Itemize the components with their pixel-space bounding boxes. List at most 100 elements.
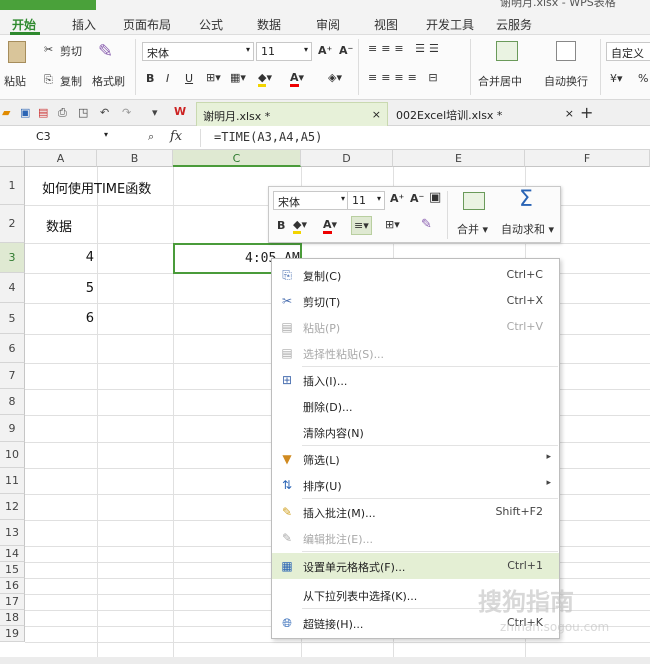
italic-button[interactable]: I xyxy=(166,72,169,85)
cell-style-icon[interactable]: ▦▾ xyxy=(230,71,246,84)
row-header[interactable]: 18 xyxy=(0,610,25,626)
menu-item-insert[interactable]: ⊞ 插入(I)... xyxy=(272,367,559,393)
open-folder-icon[interactable]: ▰ xyxy=(2,106,10,119)
redo-icon[interactable]: ↷ xyxy=(122,106,131,119)
close-icon[interactable]: × xyxy=(565,107,574,120)
cell-a5[interactable]: 6 xyxy=(25,311,94,326)
tab-view[interactable]: 视图 xyxy=(374,16,398,33)
horizontal-align-icons[interactable]: ≡≡≡≡ ⊟ xyxy=(368,71,442,84)
horizontal-scrollbar[interactable] xyxy=(0,657,650,664)
quick-access-dropdown-icon[interactable]: ▾ xyxy=(152,106,158,119)
menu-item-cut[interactable]: ✂ 剪切(T) Ctrl+X xyxy=(272,288,559,314)
font-size-select[interactable]: 11 ▾ xyxy=(256,42,312,61)
row-header[interactable]: 13 xyxy=(0,520,25,546)
vertical-align-icons[interactable]: ≡≡≡ ☰☰ xyxy=(368,42,443,55)
formula-input[interactable]: =TIME(A3,A4,A5) xyxy=(214,130,322,144)
row-header[interactable]: 16 xyxy=(0,578,25,594)
border-icon[interactable]: ⊞▾ xyxy=(206,71,221,84)
row-header[interactable]: 19 xyxy=(0,626,25,642)
print-preview-icon[interactable]: ◳ xyxy=(78,106,88,119)
app-menu-button[interactable] xyxy=(0,0,96,10)
bold-button[interactable]: B xyxy=(146,72,154,85)
cell-a4[interactable]: 5 xyxy=(25,281,94,296)
mini-font-size-select[interactable]: 11 ▾ xyxy=(347,191,385,210)
row-header[interactable]: 11 xyxy=(0,468,25,494)
mini-font-grow-button[interactable]: A⁺ xyxy=(390,192,404,205)
tab-developer[interactable]: 开发工具 xyxy=(426,16,474,33)
format-painter-icon[interactable]: ✎ xyxy=(98,41,113,62)
paste-button-label[interactable]: 粘贴 xyxy=(4,73,26,89)
menu-item-copy[interactable]: ⎘ 复制(C) Ctrl+C xyxy=(272,262,559,288)
cell-a2[interactable]: 数据 xyxy=(46,216,72,235)
doc-tab[interactable]: 002Excel培训.xlsx * × xyxy=(390,102,580,126)
clear-format-icon[interactable]: ◈▾ xyxy=(328,71,342,84)
row-header[interactable]: 6 xyxy=(0,334,25,363)
column-header-e[interactable]: E xyxy=(393,150,525,167)
row-header[interactable]: 8 xyxy=(0,389,25,415)
tab-insert[interactable]: 插入 xyxy=(72,16,96,33)
cell-a3[interactable]: 4 xyxy=(25,250,94,265)
column-header-b[interactable]: B xyxy=(97,150,173,167)
tab-formulas[interactable]: 公式 xyxy=(199,16,223,33)
mini-font-shrink-button[interactable]: A⁻ xyxy=(410,192,424,205)
undo-icon[interactable]: ↶ xyxy=(100,106,109,119)
menu-item-paste[interactable]: ▤ 粘贴(P) Ctrl+V xyxy=(272,314,559,340)
row-header-selected[interactable]: 3 xyxy=(0,243,25,273)
column-header-d[interactable]: D xyxy=(301,150,393,167)
save-icon[interactable]: ▣ xyxy=(20,106,30,119)
tab-review[interactable]: 审阅 xyxy=(316,16,340,33)
mini-font-name-select[interactable]: 宋体 ▾ xyxy=(273,191,349,210)
wps-logo-icon[interactable]: W xyxy=(174,105,186,118)
row-header[interactable]: 9 xyxy=(0,415,25,442)
font-grow-button[interactable]: A⁺ xyxy=(318,44,332,57)
row-header[interactable]: 17 xyxy=(0,594,25,610)
tab-home[interactable]: 开始 xyxy=(12,16,36,33)
row-header[interactable]: 7 xyxy=(0,363,25,389)
doc-tab-active[interactable]: 谢明月.xlsx * × xyxy=(196,102,388,126)
paste-icon[interactable] xyxy=(8,41,26,63)
format-painter-button[interactable]: 格式刷 xyxy=(92,73,125,89)
mini-merge-icon[interactable] xyxy=(463,192,485,210)
row-header[interactable]: 10 xyxy=(0,442,25,468)
row-header[interactable]: 12 xyxy=(0,494,25,520)
column-header-a[interactable]: A xyxy=(25,150,97,167)
cut-button[interactable]: 剪切 xyxy=(60,43,82,59)
row-header[interactable]: 2 xyxy=(0,205,25,243)
font-name-select[interactable]: 宋体 ▾ xyxy=(142,42,254,61)
menu-item-clear-contents[interactable]: 清除内容(N) xyxy=(272,419,559,445)
number-format-select[interactable]: 自定义 xyxy=(606,42,650,61)
select-all-corner[interactable] xyxy=(0,150,25,167)
pdf-icon[interactable]: ▤ xyxy=(38,106,48,119)
zoom-search-icon[interactable]: ⌕ xyxy=(148,130,154,144)
percent-button[interactable]: % xyxy=(638,72,648,85)
mini-align-center-icon[interactable]: ≡▾ xyxy=(351,216,372,235)
tab-cloud[interactable]: 云服务 xyxy=(496,16,532,33)
column-header-f[interactable]: F xyxy=(525,150,650,167)
mini-format-painter-icon[interactable]: ✎ xyxy=(421,217,432,232)
row-header[interactable]: 5 xyxy=(0,303,25,334)
mini-bold-button[interactable]: B xyxy=(277,219,285,232)
cell-a1[interactable]: 如何使用TIME函数 xyxy=(42,178,151,197)
font-shrink-button[interactable]: A⁻ xyxy=(339,44,353,57)
tab-data[interactable]: 数据 xyxy=(257,16,281,33)
wrap-text-button[interactable]: 自动换行 xyxy=(544,73,588,89)
tab-page-layout[interactable]: 页面布局 xyxy=(123,16,171,33)
row-header[interactable]: 1 xyxy=(0,167,25,205)
mini-format-icon[interactable]: ▣ xyxy=(429,190,441,205)
menu-item-delete[interactable]: 删除(D)... xyxy=(272,393,559,419)
row-header[interactable]: 14 xyxy=(0,546,25,562)
mini-fill-color-icon[interactable]: ◆▾ xyxy=(293,218,307,234)
row-header[interactable]: 15 xyxy=(0,562,25,578)
mini-autosum-button[interactable]: 自动求和 ▾ xyxy=(501,221,554,237)
mini-merge-button[interactable]: 合并 ▾ xyxy=(457,221,488,237)
print-icon[interactable]: ⎙ xyxy=(58,106,67,120)
copy-button[interactable]: 复制 xyxy=(60,73,82,89)
new-tab-plus-icon[interactable]: + xyxy=(580,103,593,122)
menu-item-edit-comment[interactable]: ✎ 编辑批注(E)... xyxy=(272,525,559,551)
row-header[interactable]: 4 xyxy=(0,273,25,303)
currency-icon[interactable]: ¥▾ xyxy=(610,72,623,85)
column-header-c[interactable]: C xyxy=(173,150,301,167)
name-box[interactable]: C3 ▾ xyxy=(2,128,110,147)
menu-item-sort[interactable]: ⇅ 排序(U) ▸ xyxy=(272,472,559,498)
merge-center-button[interactable]: 合并居中 xyxy=(478,73,522,89)
